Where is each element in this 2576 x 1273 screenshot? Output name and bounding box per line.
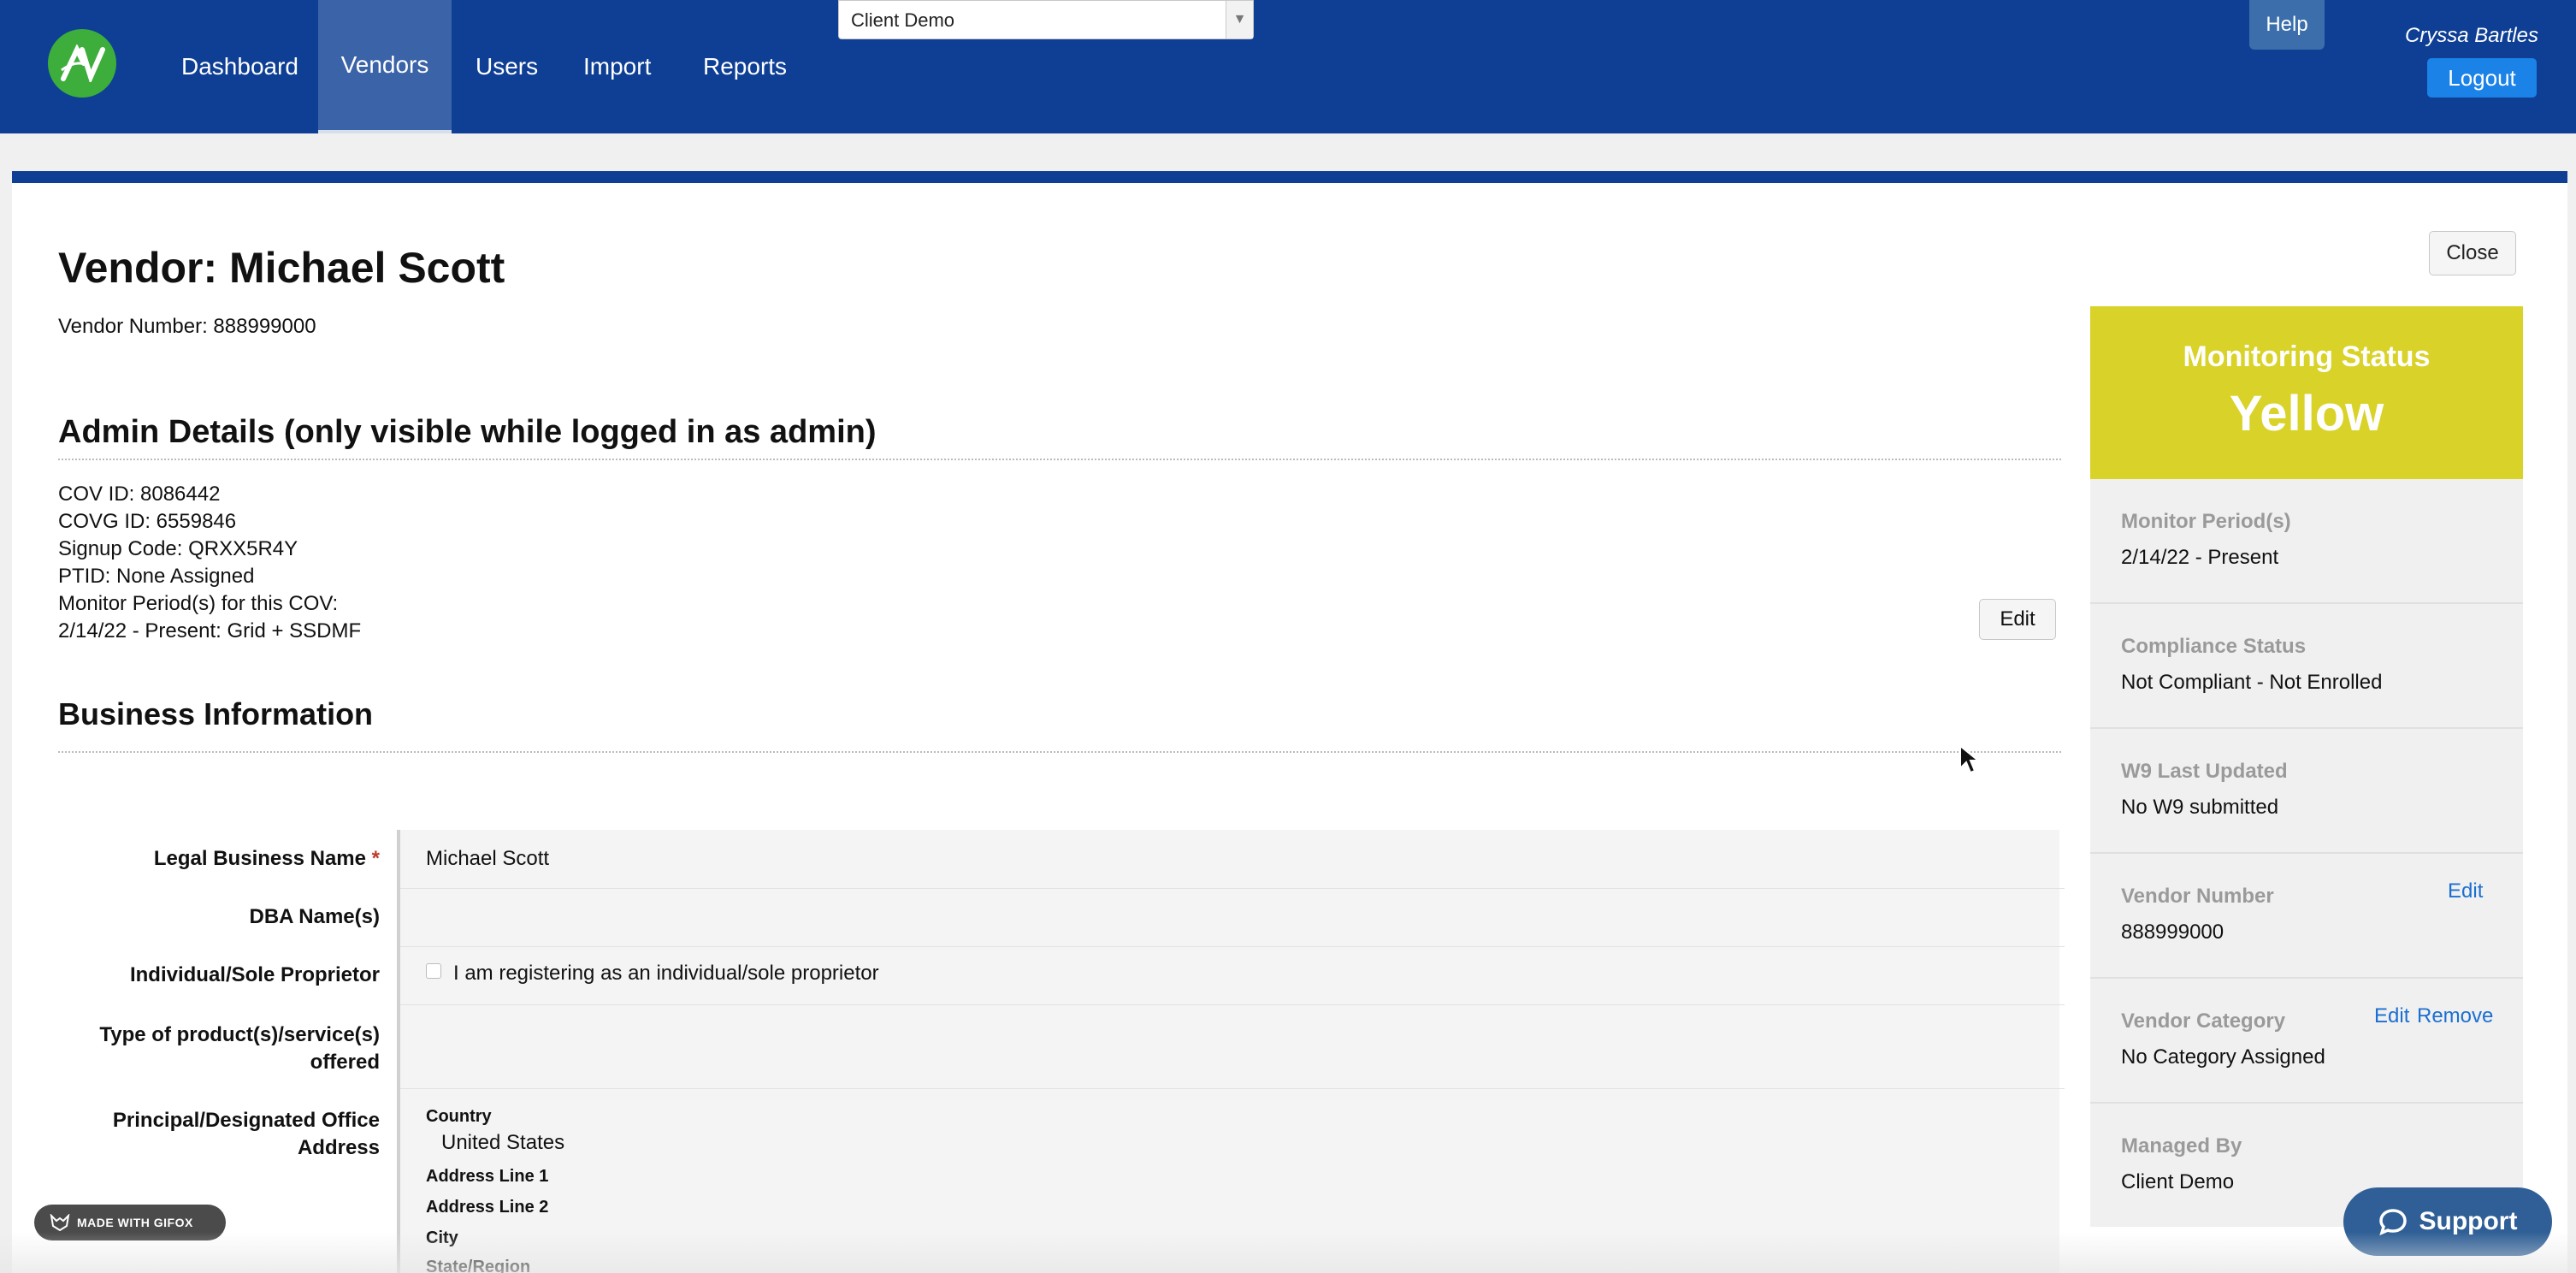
admin-ptid: PTID: None Assigned <box>58 565 255 588</box>
product-type-label: Type of product(s)/service(s) offered <box>99 1023 380 1074</box>
mouse-cursor-icon <box>1959 744 1981 774</box>
side-label: W9 Last Updated <box>2121 760 2288 783</box>
monitoring-status-value: Yellow <box>2229 386 2384 441</box>
monitoring-status-title: Monitoring Status <box>2183 340 2431 373</box>
address-line-1-label: Address Line 1 <box>426 1167 549 1186</box>
page-title: Vendor: Michael Scott <box>58 244 505 292</box>
compliance-status-item: Compliance Status Not Compliant - Not En… <box>2090 604 2523 729</box>
business-info-title: Business Information <box>58 696 374 731</box>
side-value: Not Compliant - Not Enrolled <box>2121 671 2383 694</box>
user-name: Cryssa Bartles <box>2404 24 2538 47</box>
vendor-category-edit-link[interactable]: Edit <box>2374 1004 2409 1028</box>
logout-button[interactable]: Logout <box>2427 58 2537 98</box>
chat-bubble-icon <box>2378 1209 2407 1235</box>
support-button[interactable]: Support <box>2343 1187 2552 1256</box>
monitoring-status-box: Monitoring Status Yellow <box>2090 306 2523 479</box>
admin-covg-id: COVG ID: 6559846 <box>58 510 237 533</box>
office-address-label: Principal/Designated Office Address <box>112 1109 380 1159</box>
fox-icon <box>50 1214 70 1231</box>
required-marker: * <box>371 847 380 870</box>
nav-users[interactable]: Users <box>452 0 562 133</box>
side-value: 888999000 <box>2121 921 2224 944</box>
side-label: Vendor Category <box>2121 1010 2286 1033</box>
support-label: Support <box>2419 1207 2518 1235</box>
vendor-number-line: Vendor Number: 888999000 <box>58 315 316 338</box>
row-divider <box>400 1088 2065 1089</box>
top-nav-bar: Dashboard Vendors Users Import Reports C… <box>0 0 2576 133</box>
side-label: Compliance Status <box>2121 635 2307 658</box>
side-label: Managed By <box>2121 1134 2242 1158</box>
gifox-badge: MADE WITH GIFOX <box>34 1205 226 1240</box>
monitor-period-item: Monitor Period(s) 2/14/22 - Present <box>2090 479 2523 604</box>
side-value: Client Demo <box>2121 1170 2235 1193</box>
side-label: Vendor Number <box>2121 885 2274 908</box>
vendor-summary-panel: Monitor Period(s) 2/14/22 - Present Comp… <box>2090 479 2523 1227</box>
client-select[interactable]: Client Demo ▼ <box>838 0 1254 39</box>
legal-business-name-label-text: Legal Business Name <box>153 847 366 870</box>
nav-import[interactable]: Import <box>559 0 675 133</box>
nav-dashboard[interactable]: Dashboard <box>157 0 322 133</box>
admin-monitor-period-label: Monitor Period(s) for this COV: <box>58 592 339 615</box>
vendor-number-edit-link[interactable]: Edit <box>2448 879 2483 903</box>
nav-reports[interactable]: Reports <box>679 0 811 133</box>
state-region-label: State/Region <box>426 1258 531 1273</box>
help-button[interactable]: Help <box>2249 0 2325 50</box>
app-logo[interactable] <box>48 29 116 98</box>
logo-icon <box>61 44 105 82</box>
sole-proprietor-checkbox[interactable] <box>426 963 441 979</box>
nav-vendors[interactable]: Vendors <box>318 0 452 133</box>
row-divider <box>400 888 2065 889</box>
vendor-category-remove-link[interactable]: Remove <box>2417 1004 2493 1028</box>
dba-label: DBA Name(s) <box>249 905 380 928</box>
row-divider <box>400 1004 2065 1005</box>
side-value: No W9 submitted <box>2121 796 2279 819</box>
admin-cov-id: COV ID: 8086442 <box>58 483 221 506</box>
vendor-number-item: Vendor Number 888999000 Edit <box>2090 854 2523 979</box>
side-value: 2/14/22 - Present <box>2121 546 2279 569</box>
sole-proprietor-checkbox-label[interactable]: I am registering as an individual/sole p… <box>453 962 879 986</box>
side-label: Monitor Period(s) <box>2121 510 2291 533</box>
client-select-value: Client Demo <box>851 9 955 31</box>
legal-business-name-label: Legal Business Name * <box>72 845 380 873</box>
row-divider <box>400 946 2065 947</box>
sole-proprietor-label: Individual/Sole Proprietor <box>129 963 380 986</box>
side-value: No Category Assigned <box>2121 1045 2325 1069</box>
divider <box>58 751 2061 753</box>
country-label: Country <box>426 1107 492 1126</box>
city-label: City <box>426 1229 458 1247</box>
admin-signup-code: Signup Code: QRXX5R4Y <box>58 537 298 560</box>
chevron-down-icon[interactable]: ▼ <box>1226 1 1253 38</box>
w9-last-updated-item: W9 Last Updated No W9 submitted <box>2090 729 2523 854</box>
admin-monitor-period-value: 2/14/22 - Present: Grid + SSDMF <box>58 619 362 642</box>
vendor-category-item: Vendor Category No Category Assigned Edi… <box>2090 979 2523 1104</box>
business-form: Michael Scott I am registering as an ind… <box>397 830 2065 1273</box>
address-line-2-label: Address Line 2 <box>426 1198 549 1217</box>
country-value: United States <box>441 1131 565 1154</box>
legal-business-name-value: Michael Scott <box>426 847 550 870</box>
divider <box>58 459 2061 460</box>
gifox-label: MADE WITH GIFOX <box>77 1216 193 1229</box>
admin-details-title: Admin Details (only visible while logged… <box>58 414 877 450</box>
close-button[interactable]: Close <box>2429 231 2516 275</box>
business-edit-button[interactable]: Edit <box>1979 599 2056 640</box>
